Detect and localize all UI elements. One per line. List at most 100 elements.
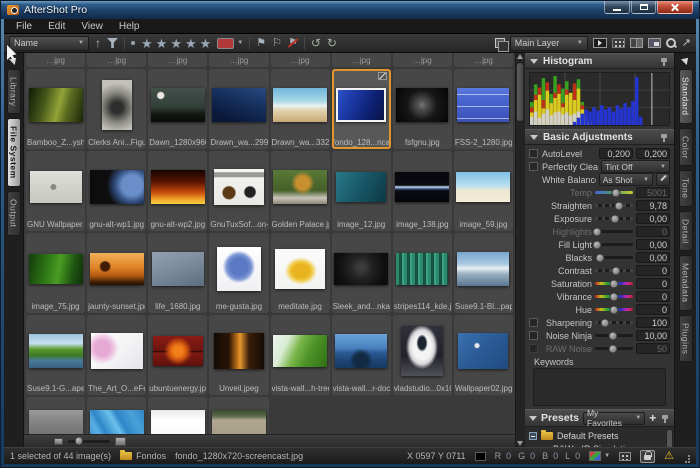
fill-light-value-field[interactable]: 0,00 [636, 239, 670, 250]
close-button[interactable] [657, 1, 693, 14]
thumbnail-image[interactable] [273, 88, 327, 122]
thumbnail-image[interactable] [401, 326, 443, 376]
thumbnail-image[interactable] [334, 253, 388, 285]
thumbnail-cell[interactable]: Bamboo_Z...ysha.jpg [26, 69, 85, 149]
presets-collection-select[interactable]: My Favorites ▼ [583, 412, 645, 425]
sharpening-value-field[interactable]: 100 [636, 317, 670, 328]
thumbnail-cell[interactable]: jaunty-sunset.jpg [87, 233, 146, 313]
thumbnail-size-handle[interactable] [75, 438, 82, 445]
star-rating[interactable]: ★★★★★ [141, 37, 211, 50]
thumbnail-image[interactable] [275, 249, 325, 289]
thumbnail-image[interactable] [152, 252, 204, 286]
scrollbar-thumb[interactable] [517, 63, 523, 121]
autolevel-low-field[interactable]: 0,200 [599, 148, 633, 159]
thumbnail-cell[interactable]: Suse9.1-G...apers.jpg [26, 315, 85, 395]
menu-edit[interactable]: Edit [40, 19, 73, 34]
flag-pick-icon[interactable]: ⚑ [256, 37, 266, 49]
preset-item[interactable]: B&W - IR Simulation [529, 442, 664, 447]
thumbnail-cell[interactable]: vista-wall...r-dock.jpg [332, 315, 391, 395]
noise-ninja-checkbox[interactable] [529, 331, 538, 340]
filter-icon[interactable] [107, 38, 118, 48]
panel-tab-tone[interactable]: Tone [679, 170, 693, 206]
thumbnail-cell[interactable]: image_59.jpg [454, 151, 513, 231]
thumbnail-cell[interactable]: Golden Palace.jpg [271, 151, 330, 231]
panel-tab-color[interactable]: Color [679, 128, 693, 167]
layer-select[interactable]: Main Layer ▼ [510, 36, 588, 51]
thumbnail-cell[interactable]: FSS-2_1280.jpg [454, 69, 513, 149]
thumbnail-cell[interactable]: Unveil.jpeg [209, 315, 268, 395]
thumbnail-cell[interactable]: image_12.jpg [332, 151, 391, 231]
tree-collapse-icon[interactable] [529, 432, 537, 440]
straighten-slider-handle[interactable] [614, 201, 623, 210]
perfectly-clear-select[interactable]: Tint Off ▼ [601, 160, 670, 173]
vibrance-slider[interactable] [595, 295, 633, 298]
temp-slider[interactable] [595, 191, 633, 194]
dual-monitor-icon[interactable] [619, 452, 631, 461]
thumbnail-image[interactable] [91, 333, 143, 369]
thumbnail-image[interactable] [214, 169, 264, 205]
minimize-button[interactable] [604, 1, 630, 14]
collapse-section-icon[interactable] [530, 59, 538, 64]
keywords-input[interactable] [533, 368, 666, 406]
collapse-section-icon[interactable] [529, 416, 537, 421]
temp-slider-handle[interactable] [611, 188, 620, 197]
thumbnail-cell[interactable]: vladstudio...0x1024.jpg [393, 315, 452, 395]
thumbnail-cell[interactable]: fondo_128...ncast.jpg [332, 69, 391, 149]
thumbnail-cell[interactable]: Suse9.1-Bl...papers.jpg [454, 233, 513, 313]
thumbnail-cell[interactable]: GNU Wallpaper 2.jpg [26, 151, 85, 231]
thumbnail-cell-partial[interactable]: …jpg [148, 53, 207, 67]
pin-icon[interactable] [660, 414, 670, 423]
thumbnail-cell[interactable]: me-gusta.jpg [209, 233, 268, 313]
magnifier-icon[interactable] [666, 38, 677, 49]
panel-tab-metadata[interactable]: Metadata [679, 255, 693, 310]
preview-view-icon[interactable] [648, 38, 661, 48]
menu-help[interactable]: Help [111, 19, 148, 34]
straighten-value-field[interactable]: 9,78 [636, 200, 670, 211]
star-icon[interactable]: ★ [200, 37, 212, 50]
panel-tab-standard[interactable]: Standard [679, 69, 693, 124]
basic-adjustments-header[interactable]: Basic Adjustments [525, 129, 674, 145]
panel-tab-plugins[interactable]: Plugins [679, 315, 693, 362]
menu-file[interactable]: File [8, 19, 40, 34]
sharpening-slider-handle[interactable] [600, 318, 609, 327]
thumbnail-cell[interactable]: ubuntuenergy.jpg [148, 315, 207, 395]
noise-ninja-value-field[interactable]: 10,00 [636, 330, 670, 341]
layers-icon[interactable] [495, 38, 505, 48]
no-rating-icon[interactable] [131, 41, 135, 45]
contrast-slider[interactable] [595, 269, 633, 272]
thumbnail-cell[interactable]: image_75.jpg [26, 233, 85, 313]
slideshow-icon[interactable] [593, 38, 607, 48]
thumbnail-image[interactable] [212, 88, 266, 122]
scroll-down-icon[interactable] [517, 441, 523, 446]
thumbnail-cell[interactable]: GnuTuxSof...on-v1.jpg [209, 151, 268, 231]
color-management-button[interactable]: ▼ [589, 451, 610, 461]
thumbnail-cell[interactable]: life_1680.jpg [148, 233, 207, 313]
histogram-header[interactable]: Histogram [525, 53, 674, 69]
thumbnail-image[interactable] [90, 170, 144, 204]
vibrance-value-field[interactable]: 0 [636, 291, 670, 302]
raw-noise-slider-handle[interactable] [608, 344, 617, 353]
pin-icon[interactable] [659, 133, 669, 142]
highlights-value-field[interactable]: 0 [636, 226, 670, 237]
sidebar-tab-file-system[interactable]: File System [7, 118, 21, 187]
collapse-section-icon[interactable] [530, 135, 538, 140]
color-label-select[interactable]: ▼ [217, 38, 243, 49]
star-icon[interactable]: ★ [156, 37, 168, 50]
star-icon[interactable]: ★ [141, 37, 153, 50]
thumbnail-size-slider[interactable] [68, 440, 110, 443]
thumbnail-cell[interactable]: Drawn_wa...332_.jpg [271, 69, 330, 149]
thumbnail-cell[interactable]: stripes114_kde.jpg [393, 233, 452, 313]
add-preset-button[interactable]: + [649, 412, 656, 424]
fill-light-slider[interactable] [595, 243, 633, 246]
star-icon[interactable]: ★ [185, 37, 197, 50]
saturation-value-field[interactable]: 0 [636, 278, 670, 289]
thumbnail-image[interactable] [396, 253, 448, 285]
thumbnail-image[interactable] [30, 171, 82, 203]
thumbnail-image[interactable] [395, 172, 449, 202]
thumbnail-cell-partial[interactable]: …jpg [393, 53, 452, 67]
sharpening-checkbox[interactable] [529, 318, 538, 327]
thumbnail-cell[interactable]: Clerks Ani...Figure.jpg [87, 69, 146, 149]
sidebar-tab-output[interactable]: Output [7, 191, 21, 236]
noise-ninja-slider-handle[interactable] [608, 331, 617, 340]
thumbnail-image[interactable] [273, 335, 327, 367]
